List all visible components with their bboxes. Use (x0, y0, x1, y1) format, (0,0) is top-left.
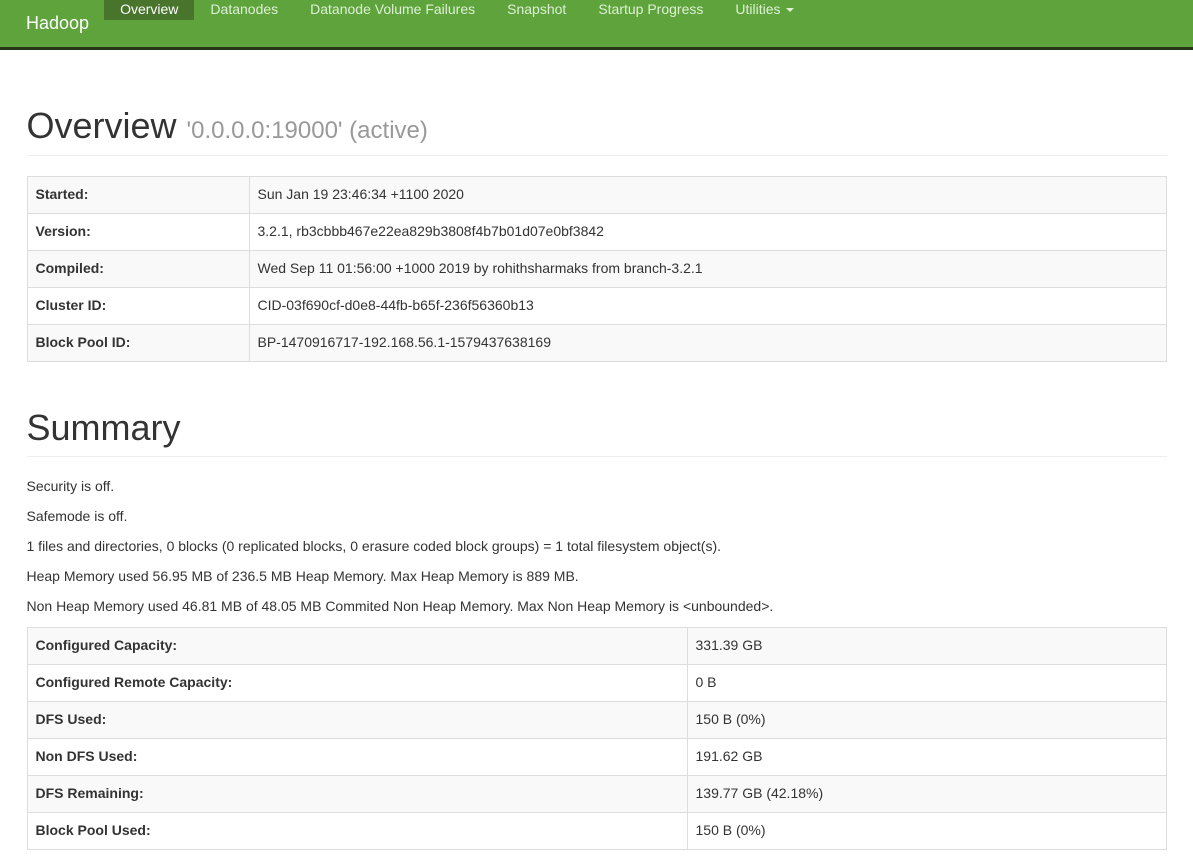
top-navbar: Hadoop Overview Datanodes Datanode Volum… (0, 0, 1193, 50)
nav-item-overview[interactable]: Overview (104, 0, 194, 20)
table-row: Block Pool ID: BP-1470916717-192.168.56.… (27, 324, 1166, 361)
table-row: Compiled: Wed Sep 11 01:56:00 +1000 2019… (27, 250, 1166, 287)
summary-text-block: Security is off. Safemode is off. 1 file… (27, 477, 1167, 617)
row-value: 150 B (0%) (687, 702, 1166, 739)
summary-title: Summary (27, 408, 1167, 448)
row-label: Compiled: (27, 250, 249, 287)
page-title-text: Overview (27, 105, 177, 146)
table-row: Cluster ID: CID-03f690cf-d0e8-44fb-b65f-… (27, 287, 1166, 324)
table-row: DFS Used: 150 B (0%) (27, 702, 1166, 739)
row-label: Configured Remote Capacity: (27, 665, 687, 702)
table-row: DFS Remaining: 139.77 GB (42.18%) (27, 775, 1166, 812)
main-content: Overview '0.0.0.0:19000' (active) Starte… (27, 106, 1167, 850)
nav-item-utilities-label: Utilities (735, 0, 780, 20)
heap-memory-text: Heap Memory used 56.95 MB of 236.5 MB He… (27, 567, 1167, 587)
row-value: 150 B (0%) (687, 812, 1166, 849)
row-value: BP-1470916717-192.168.56.1-1579437638169 (249, 324, 1166, 361)
navbar-menu: Overview Datanodes Datanode Volume Failu… (104, 0, 809, 47)
filesystem-objects-text: 1 files and directories, 0 blocks (0 rep… (27, 537, 1167, 557)
table-row: Version: 3.2.1, rb3cbbb467e22ea829b3808f… (27, 213, 1166, 250)
row-value: 191.62 GB (687, 738, 1166, 775)
row-label: Configured Capacity: (27, 628, 687, 665)
row-value: 0 B (687, 665, 1166, 702)
page-title-subtitle: '0.0.0.0:19000' (active) (187, 117, 428, 144)
namenode-info-table: Started: Sun Jan 19 23:46:34 +1100 2020 … (27, 176, 1167, 362)
row-value: 3.2.1, rb3cbbb467e22ea829b3808f4b7b01d07… (249, 213, 1166, 250)
row-label: DFS Used: (27, 702, 687, 739)
caret-down-icon (786, 8, 794, 12)
security-status-text: Security is off. (27, 477, 1167, 497)
nav-item-datanodes[interactable]: Datanodes (194, 0, 294, 20)
row-value: 331.39 GB (687, 628, 1166, 665)
table-row: Configured Remote Capacity: 0 B (27, 665, 1166, 702)
summary-page-header: Summary (27, 408, 1167, 458)
nav-item-startup-progress[interactable]: Startup Progress (582, 0, 719, 20)
row-value: Sun Jan 19 23:46:34 +1100 2020 (249, 176, 1166, 213)
capacity-table: Configured Capacity: 331.39 GB Configure… (27, 627, 1167, 850)
row-label: Started: (27, 176, 249, 213)
nav-item-utilities-dropdown[interactable]: Utilities (719, 0, 809, 20)
row-label: Cluster ID: (27, 287, 249, 324)
page-title: Overview '0.0.0.0:19000' (active) (27, 106, 1167, 146)
safemode-status-text: Safemode is off. (27, 507, 1167, 527)
row-label: Block Pool ID: (27, 324, 249, 361)
non-heap-memory-text: Non Heap Memory used 46.81 MB of 48.05 M… (27, 597, 1167, 617)
row-label: Non DFS Used: (27, 738, 687, 775)
table-row: Started: Sun Jan 19 23:46:34 +1100 2020 (27, 176, 1166, 213)
row-label: Version: (27, 213, 249, 250)
row-label: DFS Remaining: (27, 775, 687, 812)
row-value: CID-03f690cf-d0e8-44fb-b65f-236f56360b13 (249, 287, 1166, 324)
table-row: Block Pool Used: 150 B (0%) (27, 812, 1166, 849)
nav-item-snapshot[interactable]: Snapshot (491, 0, 582, 20)
row-value: 139.77 GB (42.18%) (687, 775, 1166, 812)
nav-item-datanode-volume-failures[interactable]: Datanode Volume Failures (294, 0, 491, 20)
table-row: Configured Capacity: 331.39 GB (27, 628, 1166, 665)
overview-page-header: Overview '0.0.0.0:19000' (active) (27, 106, 1167, 156)
table-row: Non DFS Used: 191.62 GB (27, 738, 1166, 775)
row-label: Block Pool Used: (27, 812, 687, 849)
brand-hadoop[interactable]: Hadoop (0, 0, 104, 47)
row-value: Wed Sep 11 01:56:00 +1000 2019 by rohith… (249, 250, 1166, 287)
